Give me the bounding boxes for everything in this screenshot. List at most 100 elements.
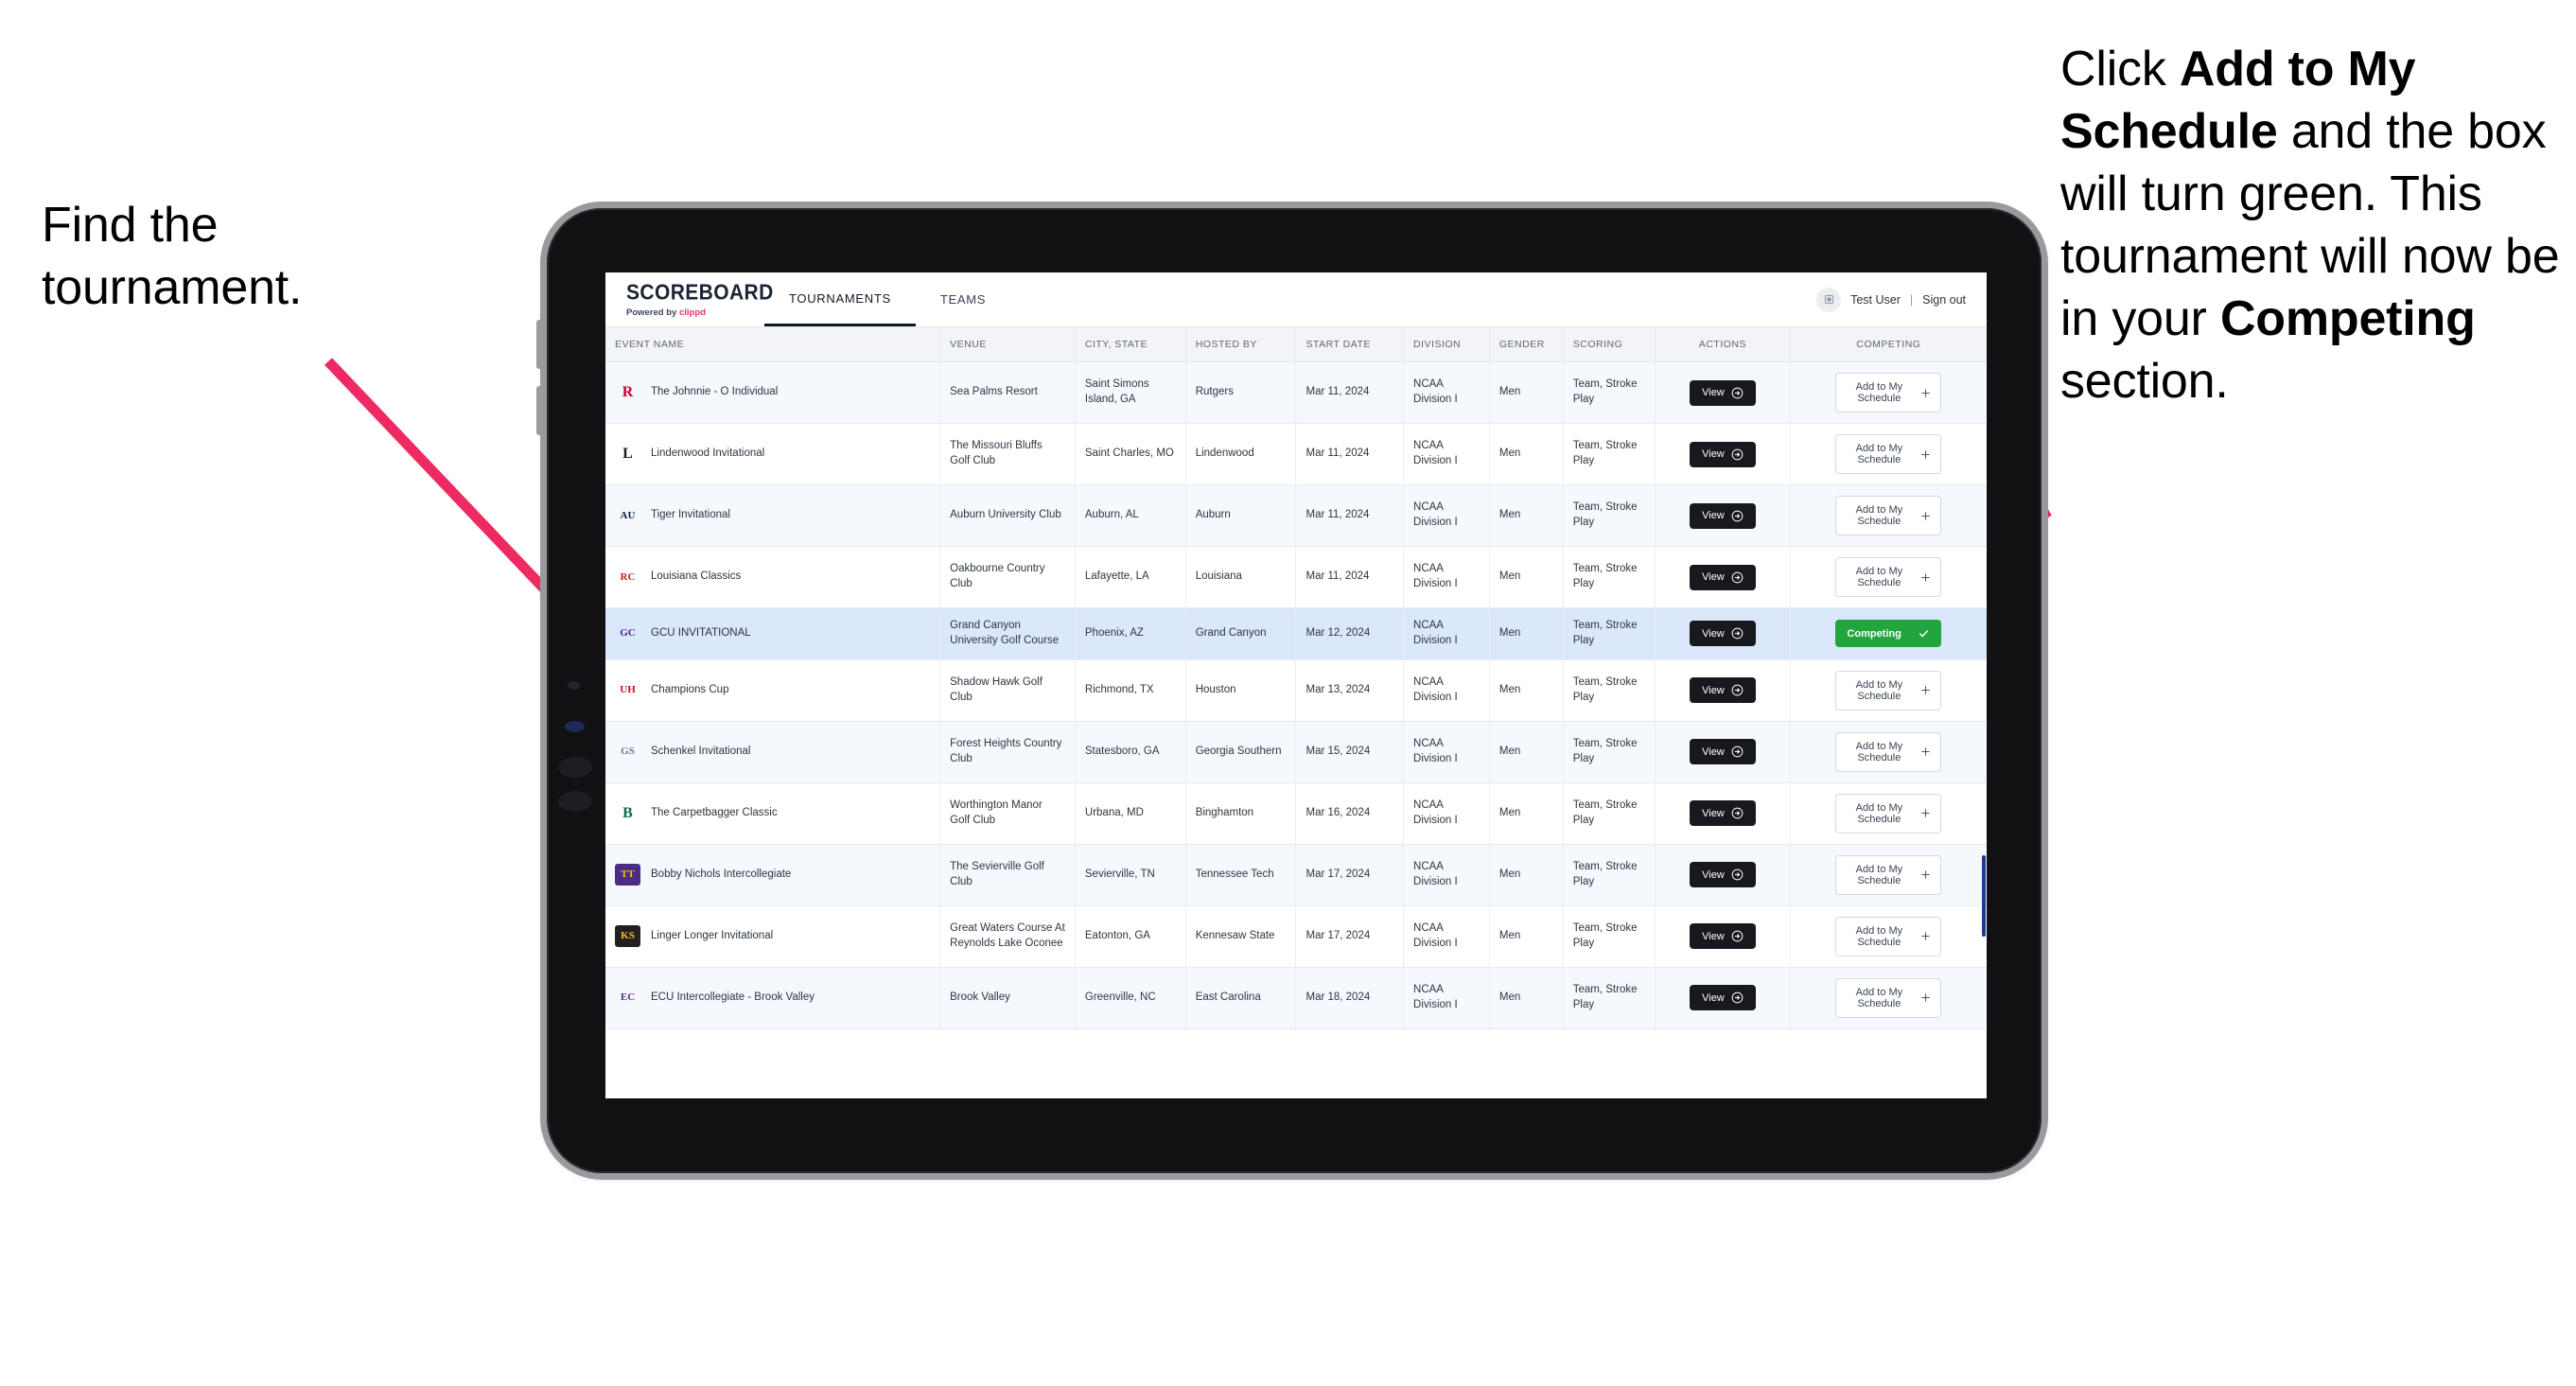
add-to-my-schedule-button[interactable]: Add to My Schedule [1835,916,1942,956]
cell-venue: Auburn University Club [939,484,1076,547]
add-to-my-schedule-label: Add to My Schedule [1855,801,1903,825]
speaker-grill-icon [558,757,592,778]
cell-hosted-by: East Carolina [1185,967,1297,1029]
view-button[interactable]: View [1689,800,1756,827]
event-name-label: Bobby Nichols Intercollegiate [651,868,792,880]
table-row[interactable]: AU Tiger Invitational Auburn University Cl… [605,484,1987,547]
add-to-my-schedule-label: Add to My Schedule [1855,678,1903,702]
table-row[interactable]: EC ECU Intercollegiate - Brook Valley Broo… [605,967,1987,1029]
column-header-hosted-by[interactable]: HOSTED BY [1185,327,1297,362]
tab-teams[interactable]: TEAMS [916,272,1010,326]
sign-out-link[interactable]: Sign out [1922,293,1966,307]
cell-gender: Men [1489,361,1564,424]
add-to-my-schedule-button[interactable]: Add to My Schedule [1835,854,1942,895]
cell-hosted-by: Lindenwood [1185,423,1297,485]
table-row[interactable]: UH Champions Cup Shadow Hawk Golf Club Rich… [605,659,1987,722]
table-row[interactable]: RC Louisiana Classics Oakbourne Country Cl… [605,546,1987,608]
cell-scoring: Team, Stroke Play [1563,782,1656,845]
cell-venue: Shadow Hawk Golf Club [939,659,1076,722]
cell-competing: Add to My Schedule [1790,361,1987,424]
table-scrollbar[interactable] [1981,382,1987,1098]
column-header-gender[interactable]: GENDER [1489,327,1564,362]
table-row[interactable]: R The Johnnie - O Individual Sea Palms Res… [605,361,1987,424]
tab-tournaments[interactable]: TOURNAMENTS [764,272,916,326]
brand-logo[interactable]: SCOREBOARD Powered by clippd [605,272,773,326]
cell-event-name: EC ECU Intercollegiate - Brook Valley [605,967,941,1029]
annotation-left-line2: tournament. [42,260,303,316]
cell-start-date: Mar 15, 2024 [1295,721,1405,783]
plus-icon [1920,992,1931,1003]
table-row[interactable]: GC GCU INVITATIONAL Grand Canyon Universit… [605,607,1987,660]
cell-hosted-by: Binghamton [1185,782,1297,845]
cell-venue: Oakbourne Country Club [939,546,1076,608]
volume-down-button[interactable] [536,386,542,435]
column-header-venue[interactable]: VENUE [939,327,1076,362]
table-row[interactable]: TT Bobby Nichols Intercollegiate The Sevie… [605,844,1987,906]
competing-button[interactable]: Competing [1835,620,1942,648]
view-button[interactable]: View [1689,502,1756,529]
event-name-label: The Carpetbagger Classic [651,806,778,818]
add-to-my-schedule-button[interactable]: Add to My Schedule [1835,793,1942,833]
column-header-event-name[interactable]: EVENT NAME [605,327,941,362]
add-to-my-schedule-button[interactable]: Add to My Schedule [1835,731,1942,772]
view-button[interactable]: View [1689,379,1756,406]
team-logo-icon: RC [615,566,640,588]
table-row[interactable]: KS Linger Longer Invitational Great Waters… [605,905,1987,968]
add-to-my-schedule-button[interactable]: Add to My Schedule [1835,977,1942,1018]
view-button[interactable]: View [1689,621,1756,647]
cell-scoring: Team, Stroke Play [1563,423,1656,485]
cell-division: NCAA Division I [1403,423,1490,485]
cell-actions: View [1655,361,1791,424]
table-row[interactable]: L Lindenwood Invitational The Missouri Blu… [605,423,1987,485]
cell-gender: Men [1489,721,1564,783]
view-button[interactable]: View [1689,677,1756,704]
user-avatar-icon[interactable] [1816,287,1842,312]
cell-city-state: Saint Charles, MO [1075,423,1186,485]
view-button[interactable]: View [1689,862,1756,888]
team-logo-icon: L [622,446,633,462]
cell-competing: Add to My Schedule [1790,423,1987,485]
view-button[interactable]: View [1689,739,1756,765]
plus-icon [1920,388,1931,398]
add-to-my-schedule-button[interactable]: Add to My Schedule [1835,557,1942,597]
cell-division: NCAA Division I [1403,361,1490,424]
column-header-start-date[interactable]: START DATE [1295,327,1405,362]
column-header-division[interactable]: DIVISION [1403,327,1490,362]
add-to-my-schedule-label: Add to My Schedule [1855,504,1903,527]
add-to-my-schedule-button[interactable]: Add to My Schedule [1835,670,1942,711]
add-to-my-schedule-button[interactable]: Add to My Schedule [1835,373,1942,412]
cell-actions: View [1655,423,1791,485]
tournaments-table-container[interactable]: EVENT NAME VENUE CITY, STATE HOSTED BY S… [605,327,1987,1098]
cell-actions: View [1655,844,1791,906]
cell-venue: The Missouri Bluffs Golf Club [939,423,1076,485]
cell-division: NCAA Division I [1403,905,1490,968]
cell-scoring: Team, Stroke Play [1563,361,1656,424]
circle-arrow-right-icon [1731,930,1744,942]
view-button[interactable]: View [1689,441,1756,467]
view-button[interactable]: View [1689,985,1756,1011]
volume-up-button[interactable] [536,320,542,369]
cell-venue: Great Waters Course At Reynolds Lake Oco… [939,905,1076,968]
table-row[interactable]: B The Carpetbagger Classic Worthington Man… [605,782,1987,845]
cell-city-state: Phoenix, AZ [1075,607,1186,660]
add-to-my-schedule-button[interactable]: Add to My Schedule [1835,496,1942,535]
cell-competing: Add to My Schedule [1790,721,1987,783]
cell-actions: View [1655,782,1791,845]
table-scrollbar-thumb[interactable] [1982,855,1986,937]
cell-city-state: Richmond, TX [1075,659,1186,722]
column-header-scoring[interactable]: SCORING [1563,327,1656,362]
plus-icon [1920,869,1931,880]
view-button[interactable]: View [1689,923,1756,950]
view-button[interactable]: View [1689,564,1756,590]
annotation-right-bold2: Competing [2219,291,2476,347]
table-row[interactable]: GS Schenkel Invitational Forest Heights Co… [605,721,1987,783]
column-header-city-state[interactable]: CITY, STATE [1075,327,1186,362]
view-label: View [1702,746,1725,758]
team-logo-icon: B [622,804,633,821]
cell-gender: Men [1489,423,1564,485]
cell-venue: Sea Palms Resort [939,361,1076,424]
cell-division: NCAA Division I [1403,546,1490,608]
add-to-my-schedule-button[interactable]: Add to My Schedule [1835,434,1942,474]
event-name-label: Tiger Invitational [651,509,730,521]
circle-arrow-right-icon [1731,510,1744,522]
